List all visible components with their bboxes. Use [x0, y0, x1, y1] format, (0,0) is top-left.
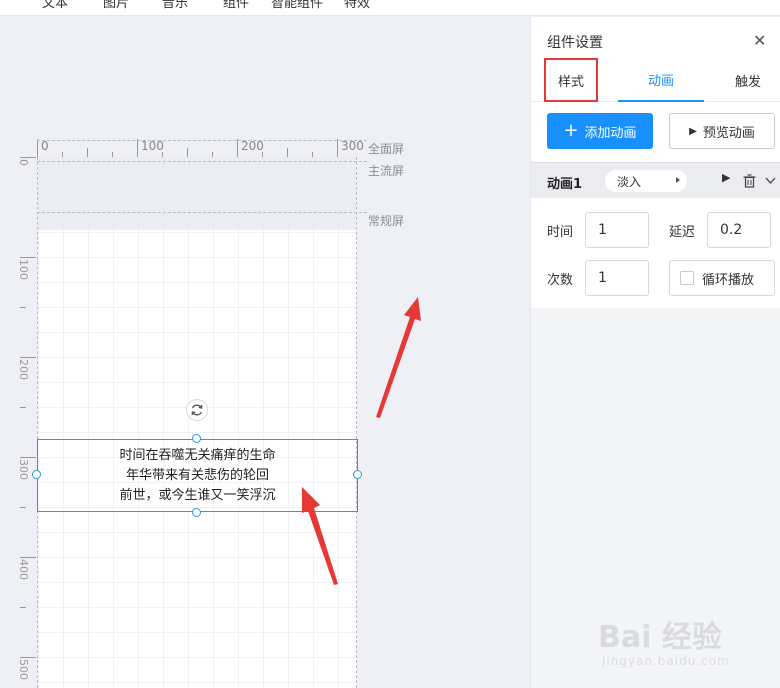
rotate-handle[interactable]: [186, 399, 208, 421]
normal-screen-label: 常规屏: [368, 214, 405, 228]
loop-playback-label: 循环播放: [702, 272, 755, 288]
text-line: 前世，或今生谁又一笑浮沉: [119, 487, 276, 503]
toolbar-item-music[interactable]: 音乐: [162, 0, 188, 11]
time-value: 1: [598, 222, 607, 238]
animation-effect-select[interactable]: 淡入: [605, 170, 687, 192]
toolbar-item-text[interactable]: 文本: [42, 0, 68, 11]
count-label: 次数: [547, 273, 574, 288]
time-input[interactable]: 1: [585, 212, 649, 248]
ruler-label: 200: [17, 359, 30, 380]
rotate-icon: [191, 404, 203, 416]
ruler-label: 100: [141, 139, 164, 153]
vertical-ruler: 0 100 200 300 400 500: [16, 157, 36, 688]
play-icon[interactable]: ▶: [722, 171, 730, 184]
resize-handle-left[interactable]: [32, 470, 41, 479]
count-input[interactable]: 1: [585, 260, 649, 296]
ruler-label: 300: [17, 459, 30, 480]
baidu-jingyan-watermark: Bai 经验 jingyan.baidu.com: [598, 612, 778, 682]
count-value: 1: [598, 270, 607, 286]
delay-value: 0.2: [720, 222, 743, 238]
main-screen-guide: [37, 161, 367, 162]
resize-handle-bottom[interactable]: [192, 508, 201, 517]
ruler-label: 100: [17, 259, 30, 280]
animation-item[interactable]: 动画1 淡入 ▶: [531, 162, 780, 198]
add-animation-label: 添加动画: [584, 125, 637, 141]
close-icon[interactable]: ✕: [753, 31, 766, 50]
full-screen-label: 全面屏: [368, 142, 405, 156]
ruler-label: 0: [17, 159, 30, 166]
resize-handle-top[interactable]: [192, 434, 201, 443]
loop-playback-checkbox[interactable]: 循环播放: [669, 260, 775, 296]
normal-screen-guide: [37, 212, 367, 213]
tab-label: 动画: [647, 73, 674, 89]
tab-label: 样式: [557, 74, 584, 90]
ruler-label: 0: [41, 139, 49, 153]
panel-header: 组件设置 ✕: [531, 17, 780, 58]
animation-effect-value: 淡入: [617, 174, 642, 189]
component-settings-panel: 组件设置 ✕ 样式 动画 触发 + 添加动画 ▶ 预览动画 动画1 淡入 ▶ 时…: [530, 17, 780, 688]
text-line: 年华带来有关悲伤的轮回: [125, 467, 269, 483]
caret-right-icon: [676, 177, 680, 183]
animation-actions: + 添加动画 ▶ 预览动画: [531, 102, 780, 162]
top-toolbar: 文本 图片 音乐 组件 智能组件 特效: [0, 0, 780, 16]
tab-animation[interactable]: 动画: [618, 58, 704, 102]
preview-animation-button[interactable]: ▶ 预览动画: [669, 113, 775, 149]
ruler-label: 400: [17, 559, 30, 580]
preview-animation-label: 预览动画: [702, 125, 755, 141]
delay-input[interactable]: 0.2: [707, 212, 771, 248]
watermark-url: jingyan.baidu.com: [602, 654, 730, 668]
annotation-arrow-down: [302, 487, 338, 585]
toolbar-item-effects[interactable]: 特效: [344, 0, 370, 11]
animation-settings-form: 时间 1 延迟 0.2 次数 1 循环播放: [531, 198, 780, 308]
annotation-arrow-up: [376, 297, 421, 418]
main-screen-label: 主流屏: [368, 164, 405, 178]
resize-handle-right[interactable]: [353, 470, 362, 479]
chevron-down-icon[interactable]: [765, 177, 776, 185]
full-screen-guide: [37, 140, 367, 141]
text-line: 时间在吞噬无关痛痒的生命: [119, 447, 276, 463]
add-animation-button[interactable]: + 添加动画: [547, 113, 653, 149]
tab-trigger[interactable]: 触发: [721, 58, 775, 102]
trash-icon[interactable]: [743, 174, 756, 188]
animation-name: 动画1: [547, 177, 583, 192]
play-icon: ▶: [689, 125, 697, 137]
plus-icon: +: [563, 120, 579, 141]
safe-zone-overlay: [38, 157, 356, 230]
ruler-label: 300: [341, 139, 364, 153]
ruler-label: 500: [17, 659, 30, 680]
checkbox-icon[interactable]: [680, 271, 694, 285]
panel-tabs: 样式 动画 触发: [531, 58, 780, 102]
toolbar-item-component[interactable]: 组件: [223, 0, 249, 11]
time-label: 时间: [547, 225, 574, 240]
editor-canvas: 0 100 200 300 0 100 200 300 400 500 全面屏 …: [0, 17, 530, 688]
ruler-label: 200: [241, 139, 264, 153]
tab-label: 触发: [734, 74, 761, 90]
delay-label: 延迟: [669, 225, 696, 240]
toolbar-item-image[interactable]: 图片: [103, 0, 129, 11]
watermark-brand: Bai 经验: [598, 620, 722, 655]
panel-title: 组件设置: [547, 35, 603, 51]
tab-style[interactable]: 样式: [544, 58, 598, 102]
horizontal-ruler: 0 100 200 300: [37, 139, 367, 157]
toolbar-item-smart-component[interactable]: 智能组件: [271, 0, 323, 11]
